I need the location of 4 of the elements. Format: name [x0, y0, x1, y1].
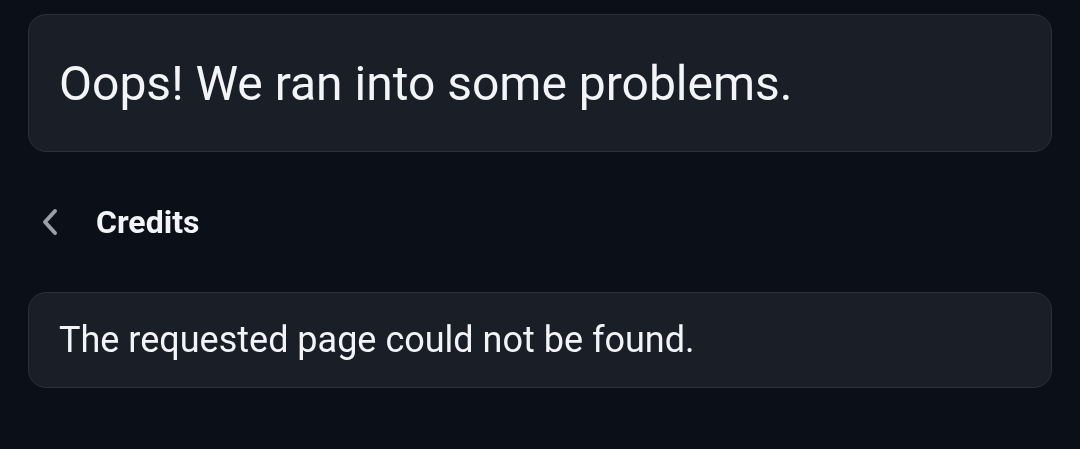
page-title: Credits [96, 203, 200, 241]
error-title: Oops! We ran into some problems. [59, 54, 793, 112]
message-text: The requested page could not be found. [59, 319, 695, 361]
back-icon[interactable] [40, 208, 60, 236]
